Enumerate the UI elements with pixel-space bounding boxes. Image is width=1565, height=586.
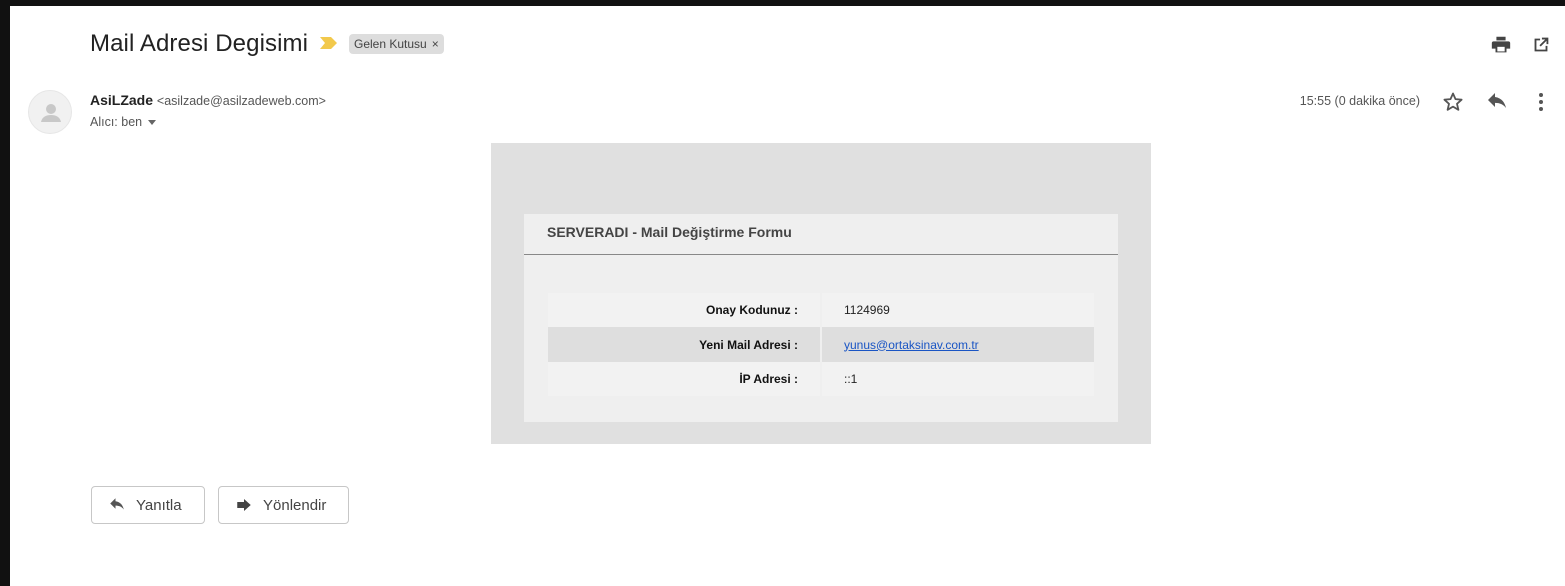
recipient-text: Alıcı: ben xyxy=(90,115,143,129)
table-row: İP Adresi : ::1 xyxy=(548,362,1094,396)
forward-button-label: Yönlendir xyxy=(263,496,327,514)
label-chip-text: Gelen Kutusu xyxy=(354,37,427,51)
info-table: Onay Kodunuz : 1124969 Yeni Mail Adresi … xyxy=(548,293,1094,396)
sender-info: AsiLZade <asilzade@asilzadeweb.com> xyxy=(90,92,326,108)
sender-name[interactable]: AsiLZade xyxy=(90,92,153,108)
email-subject: Mail Adresi Degisimi xyxy=(90,30,309,57)
open-in-new-window-icon[interactable] xyxy=(1530,34,1552,56)
recipient-info: Alıcı: ben xyxy=(90,115,157,129)
row-key: Yeni Mail Adresi : xyxy=(548,327,822,362)
row-value: ::1 xyxy=(822,362,1094,396)
row-key: İP Adresi : xyxy=(548,362,822,396)
row-value: 1124969 xyxy=(822,293,1094,327)
print-icon[interactable] xyxy=(1490,34,1512,56)
reply-icon[interactable] xyxy=(1485,90,1509,114)
form-divider xyxy=(524,254,1118,255)
email-body: SERVERADI - Mail Değiştirme Formu Onay K… xyxy=(491,143,1151,444)
sender-email: <asilzade@asilzadeweb.com> xyxy=(156,94,326,108)
sender-avatar xyxy=(28,90,72,134)
show-details-dropdown-icon[interactable] xyxy=(148,120,157,125)
row-value: yunus@ortaksinav.com.tr xyxy=(822,327,1094,362)
importance-marker-icon[interactable] xyxy=(319,36,339,50)
reply-button[interactable]: Yanıtla xyxy=(91,486,205,524)
form-title: SERVERADI - Mail Değiştirme Formu xyxy=(547,224,792,240)
reply-button-label: Yanıtla xyxy=(136,496,182,514)
reply-icon xyxy=(110,498,124,510)
remove-label-icon[interactable]: × xyxy=(432,34,439,54)
email-view: Mail Adresi Degisimi Gelen Kutusu × AsiL… xyxy=(10,6,1565,586)
table-row: Onay Kodunuz : 1124969 xyxy=(548,293,1094,327)
email-link[interactable]: yunus@ortaksinav.com.tr xyxy=(844,338,979,352)
form-card: SERVERADI - Mail Değiştirme Formu Onay K… xyxy=(524,214,1118,422)
label-chip-inbox: Gelen Kutusu × xyxy=(349,34,444,54)
star-icon[interactable] xyxy=(1441,90,1465,114)
forward-icon xyxy=(237,499,251,511)
default-avatar-icon xyxy=(41,104,61,122)
message-time: 15:55 (0 dakika önce) xyxy=(1299,94,1420,108)
table-row: Yeni Mail Adresi : yunus@ortaksinav.com.… xyxy=(548,327,1094,362)
more-options-icon[interactable] xyxy=(1529,90,1553,114)
row-key: Onay Kodunuz : xyxy=(548,293,822,327)
forward-button[interactable]: Yönlendir xyxy=(218,486,349,524)
